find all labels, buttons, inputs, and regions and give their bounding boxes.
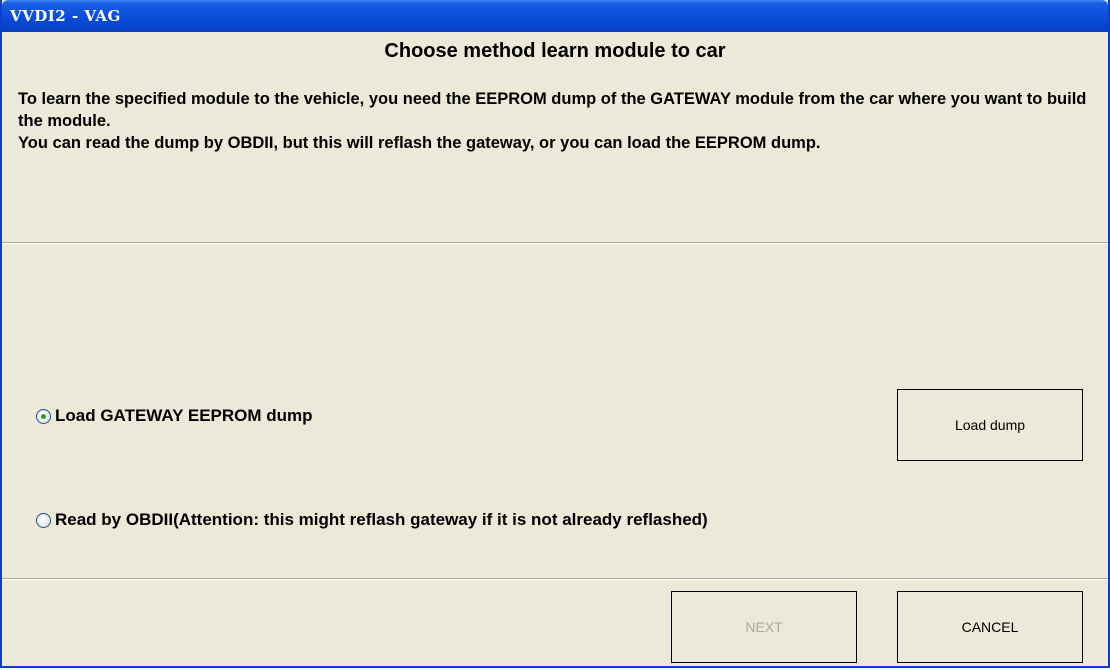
instructions-line-1: To learn the specified module to the veh… (18, 90, 1087, 130)
read-obd-option-label: Read by OBDII(Attention: this might refl… (55, 510, 708, 529)
cancel-button[interactable]: CANCEL (897, 591, 1083, 663)
window-title: VVDI2 - VAG (10, 7, 121, 25)
next-button-label: NEXT (745, 619, 783, 635)
cancel-button-label: CANCEL (961, 619, 1019, 635)
read-obd-radio[interactable] (36, 512, 51, 528)
load-dump-button[interactable]: Load dump (897, 389, 1083, 461)
load-dump-option-label: Load GATEWAY EEPROM dump (55, 406, 313, 425)
dialog-content: Choose method learn module to car To lea… (2, 32, 1108, 666)
read-obd-option[interactable]: Read by OBDII(Attention: this might refl… (36, 510, 708, 530)
title-bar[interactable]: VVDI2 - VAG (2, 0, 1108, 32)
footer-divider (2, 578, 1108, 579)
header-panel: Choose method learn module to car To lea… (2, 32, 1108, 243)
load-dump-radio[interactable] (36, 408, 51, 424)
next-button[interactable]: NEXT (671, 591, 857, 663)
instructions-text: To learn the specified module to the veh… (18, 88, 1088, 154)
load-dump-option[interactable]: Load GATEWAY EEPROM dump (36, 406, 313, 426)
load-dump-button-label: Load dump (954, 417, 1026, 433)
page-title: Choose method learn module to car (384, 40, 726, 62)
dialog-window: VVDI2 - VAG Choose method learn module t… (0, 0, 1110, 668)
radio-selected-dot (41, 413, 46, 419)
instructions-line-2: You can read the dump by OBDII, but this… (18, 134, 821, 152)
